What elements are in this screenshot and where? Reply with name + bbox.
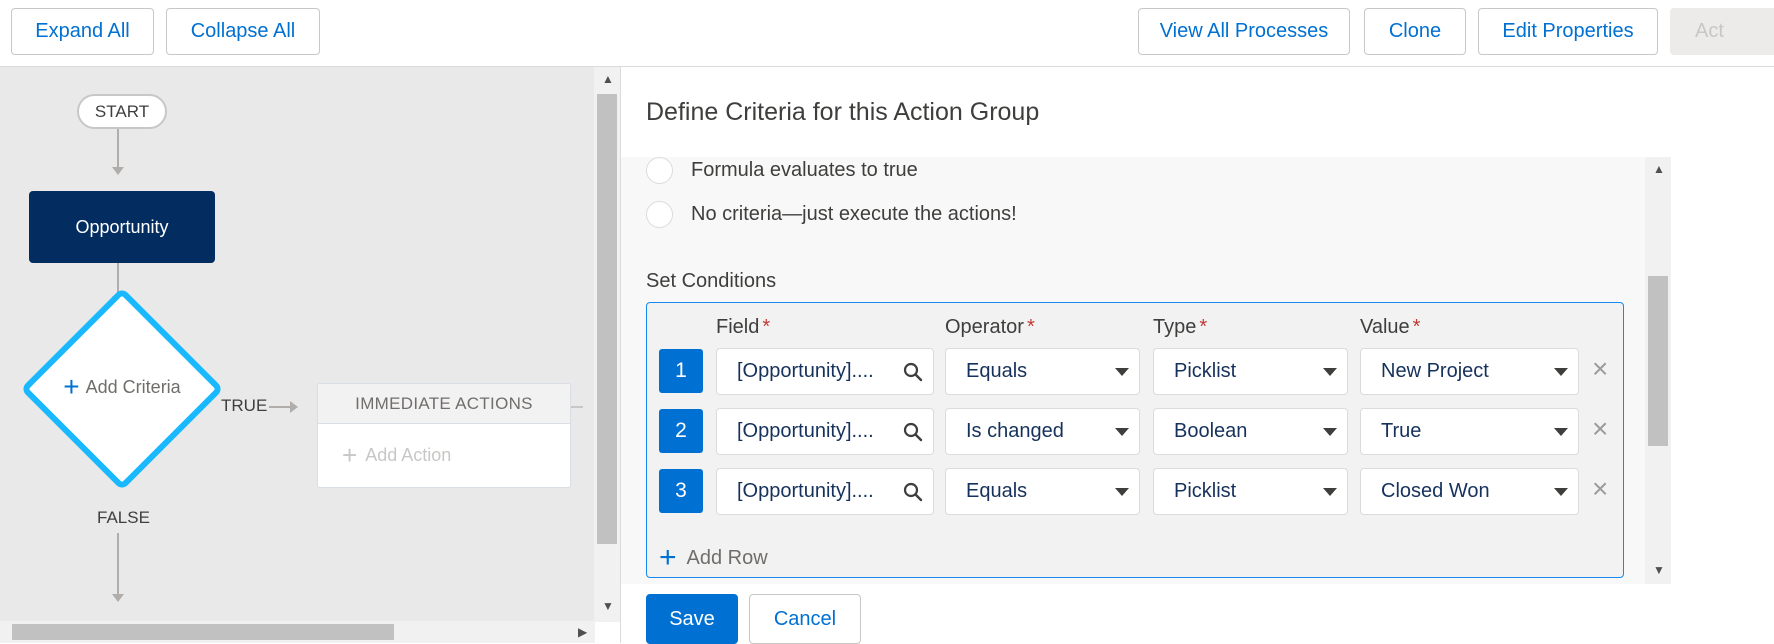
column-header-field: Field * xyxy=(716,316,771,338)
plus-icon: + xyxy=(659,541,677,574)
collapse-all-button[interactable]: Collapse All xyxy=(166,8,320,55)
chevron-down-icon xyxy=(1115,427,1129,436)
save-button[interactable]: Save xyxy=(646,594,738,644)
start-node: START xyxy=(77,94,167,129)
scroll-right-icon[interactable]: ▶ xyxy=(578,626,587,638)
field-lookup-input[interactable]: [Opportunity].... xyxy=(716,468,934,515)
scroll-up-icon[interactable]: ▲ xyxy=(602,73,614,85)
scroll-down-icon[interactable]: ▼ xyxy=(1653,564,1665,576)
search-icon[interactable] xyxy=(893,422,933,442)
scrollbar-thumb[interactable] xyxy=(597,94,617,544)
close-icon[interactable]: × xyxy=(1592,475,1608,503)
type-select[interactable]: Picklist xyxy=(1153,348,1348,395)
cancel-button[interactable]: Cancel xyxy=(749,594,861,644)
chevron-down-icon xyxy=(1554,427,1568,436)
field-lookup-input[interactable]: [Opportunity].... xyxy=(716,408,934,455)
operator-select[interactable]: Equals xyxy=(945,468,1140,515)
expand-all-button[interactable]: Expand All xyxy=(11,8,154,55)
criteria-panel: Define Criteria for this Action Group Fo… xyxy=(620,67,1774,644)
column-header-operator: Operator * xyxy=(945,316,1035,338)
arrow-down-icon xyxy=(112,167,124,175)
operator-select[interactable]: Equals xyxy=(945,348,1140,395)
value-select[interactable]: Closed Won xyxy=(1360,468,1579,515)
close-icon[interactable]: × xyxy=(1592,415,1608,443)
operator-select[interactable]: Is changed xyxy=(945,408,1140,455)
arrow-down-icon xyxy=(112,594,124,602)
row-number: 1 xyxy=(659,349,703,393)
clone-button[interactable]: Clone xyxy=(1364,8,1466,55)
view-all-processes-button[interactable]: View All Processes xyxy=(1138,8,1350,55)
connector-line xyxy=(117,129,119,169)
chevron-down-icon xyxy=(1323,367,1337,376)
search-icon[interactable] xyxy=(893,482,933,502)
value-select[interactable]: True xyxy=(1360,408,1579,455)
column-header-type: Type * xyxy=(1153,316,1208,338)
true-path-label: TRUE xyxy=(221,396,268,415)
toolbar: Expand All Collapse All View All Process… xyxy=(0,0,1774,67)
radio-no-criteria[interactable]: No criteria—just execute the actions! xyxy=(646,201,1017,228)
chevron-down-icon xyxy=(1323,487,1337,496)
conditions-table: Field * Operator * Type * Value * 1 [Opportu… xyxy=(646,302,1624,578)
scroll-up-icon[interactable]: ▲ xyxy=(1653,163,1665,175)
type-select[interactable]: Picklist xyxy=(1153,468,1348,515)
panel-title: Define Criteria for this Action Group xyxy=(646,98,1040,126)
arrow-right-icon xyxy=(290,401,298,413)
add-action-text: Add Action xyxy=(365,444,452,465)
connector-line xyxy=(571,406,583,408)
panel-body: Formula evaluates to true No criteria—ju… xyxy=(621,157,1671,584)
add-action-link[interactable]: + Add Action xyxy=(318,424,570,486)
value-select[interactable]: New Project xyxy=(1360,348,1579,395)
chevron-down-icon xyxy=(1115,487,1129,496)
radio-label: Formula evaluates to true xyxy=(691,159,918,181)
chevron-down-icon xyxy=(1323,427,1337,436)
panel-vertical-scrollbar[interactable]: ▲ ▼ xyxy=(1645,157,1671,584)
add-row-button[interactable]: + Add Row xyxy=(659,543,768,573)
connector-line xyxy=(117,533,119,595)
radio-label: No criteria—just execute the actions! xyxy=(691,203,1017,225)
plus-icon: + xyxy=(342,440,358,470)
immediate-actions-header: IMMEDIATE ACTIONS xyxy=(318,384,570,424)
scrollbar-thumb[interactable] xyxy=(12,624,394,640)
connector-line xyxy=(269,406,291,408)
false-path-label: FALSE xyxy=(97,508,150,527)
chevron-down-icon xyxy=(1554,487,1568,496)
radio-formula[interactable]: Formula evaluates to true xyxy=(646,157,918,184)
activate-button[interactable]: Act xyxy=(1670,8,1774,55)
canvas-horizontal-scrollbar[interactable]: ▶ xyxy=(0,621,595,643)
add-criteria-label[interactable]: + Add Criteria xyxy=(26,367,218,407)
radio-button[interactable] xyxy=(646,201,673,228)
radio-button[interactable] xyxy=(646,157,673,184)
add-row-label: Add Row xyxy=(686,546,768,569)
canvas-vertical-scrollbar[interactable]: ▲ ▼ xyxy=(594,67,620,622)
row-number: 3 xyxy=(659,469,703,513)
column-header-value: Value * xyxy=(1360,316,1421,338)
immediate-actions-box: IMMEDIATE ACTIONS + Add Action xyxy=(317,383,571,488)
scrollbar-thumb[interactable] xyxy=(1648,276,1668,446)
edit-properties-button[interactable]: Edit Properties xyxy=(1478,8,1658,55)
type-select[interactable]: Boolean xyxy=(1153,408,1348,455)
row-number: 2 xyxy=(659,409,703,453)
search-icon[interactable] xyxy=(893,362,933,382)
close-icon[interactable]: × xyxy=(1592,355,1608,383)
object-node-opportunity[interactable]: Opportunity xyxy=(29,191,215,263)
chevron-down-icon xyxy=(1554,367,1568,376)
field-lookup-input[interactable]: [Opportunity].... xyxy=(716,348,934,395)
chevron-down-icon xyxy=(1115,367,1129,376)
add-criteria-text: Add Criteria xyxy=(85,376,181,397)
scroll-down-icon[interactable]: ▼ xyxy=(602,600,614,612)
process-canvas: START Opportunity + Add Criteria TRUE IM… xyxy=(0,67,595,622)
set-conditions-label: Set Conditions xyxy=(646,270,777,292)
plus-icon: + xyxy=(63,371,80,402)
